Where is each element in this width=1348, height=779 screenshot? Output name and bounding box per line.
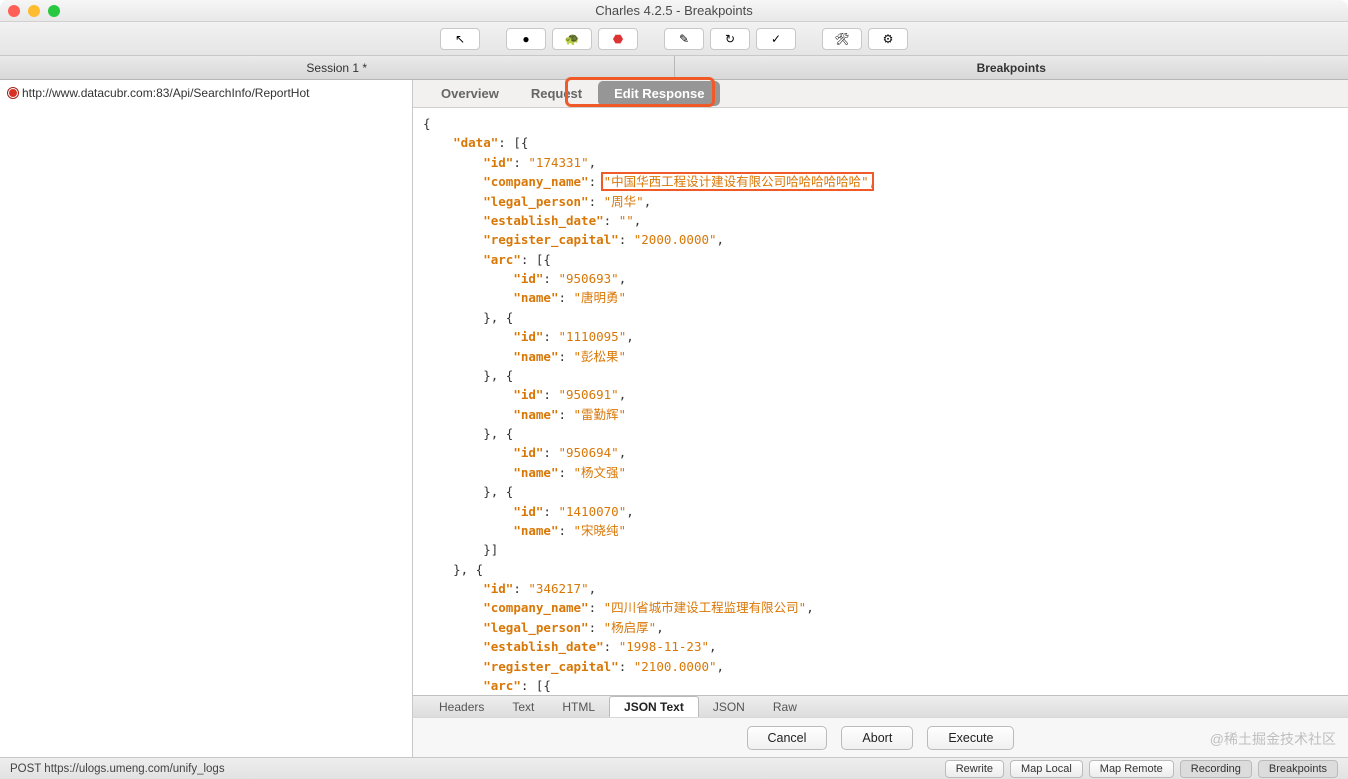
sb-map-local[interactable]: Map Local xyxy=(1010,760,1083,778)
status-bar: POST https://ulogs.umeng.com/unify_logs … xyxy=(0,757,1348,779)
btab-text[interactable]: Text xyxy=(498,697,548,717)
tab-session[interactable]: Session 1 * xyxy=(0,56,675,79)
tab-breakpoints[interactable]: Breakpoints xyxy=(675,56,1348,79)
sb-rewrite[interactable]: Rewrite xyxy=(945,760,1004,778)
toolbar-throttle-icon[interactable]: 🐢 xyxy=(552,28,592,50)
subtab-request[interactable]: Request xyxy=(515,81,598,106)
btab-html[interactable]: HTML xyxy=(548,697,609,717)
sb-map-remote[interactable]: Map Remote xyxy=(1089,760,1174,778)
window-title: Charles 4.2.5 - Breakpoints xyxy=(0,3,1348,18)
main-tabs: Session 1 * Breakpoints xyxy=(0,56,1348,80)
toolbar-edit-icon[interactable]: ✎ xyxy=(664,28,704,50)
request-list[interactable]: http://www.datacubr.com:83/Api/SearchInf… xyxy=(0,80,413,757)
btab-json-text[interactable]: JSON Text xyxy=(609,696,699,717)
abort-button[interactable]: Abort xyxy=(841,726,913,750)
btab-headers[interactable]: Headers xyxy=(425,697,498,717)
subtab-edit-response[interactable]: Edit Response xyxy=(598,81,720,106)
subtab-overview[interactable]: Overview xyxy=(425,81,515,106)
request-url: http://www.datacubr.com:83/Api/SearchInf… xyxy=(22,86,309,100)
toolbar-cursor-icon[interactable]: ↖ xyxy=(440,28,480,50)
right-pane: Overview Request Edit Response { "data":… xyxy=(413,80,1348,757)
btab-json[interactable]: JSON xyxy=(699,697,759,717)
execute-button[interactable]: Execute xyxy=(927,726,1014,750)
bottom-tabs: Headers Text HTML JSON Text JSON Raw xyxy=(413,695,1348,717)
status-left: POST https://ulogs.umeng.com/unify_logs xyxy=(10,763,225,775)
toolbar-tools-icon[interactable]: 🛠 xyxy=(822,28,862,50)
sb-recording[interactable]: Recording xyxy=(1180,760,1252,778)
toolbar-check-icon[interactable]: ✓ xyxy=(756,28,796,50)
action-buttons: Cancel Abort Execute xyxy=(413,717,1348,757)
tab-session-label: Session 1 * xyxy=(306,61,367,75)
cancel-button[interactable]: Cancel xyxy=(747,726,828,750)
toolbar-refresh-icon[interactable]: ↻ xyxy=(710,28,750,50)
json-editor[interactable]: { "data": [{ "id": "174331", "company_na… xyxy=(413,108,1348,695)
sb-breakpoints[interactable]: Breakpoints xyxy=(1258,760,1338,778)
tab-breakpoints-label: Breakpoints xyxy=(977,61,1046,75)
status-right: Rewrite Map Local Map Remote Recording B… xyxy=(945,760,1338,778)
btab-raw[interactable]: Raw xyxy=(759,697,811,717)
request-item[interactable]: http://www.datacubr.com:83/Api/SearchInf… xyxy=(0,84,412,102)
toolbar-record-icon[interactable]: ● xyxy=(506,28,546,50)
subtabs: Overview Request Edit Response xyxy=(413,80,1348,108)
titlebar: Charles 4.2.5 - Breakpoints xyxy=(0,0,1348,22)
toolbar-settings-icon[interactable]: ⚙ xyxy=(868,28,908,50)
toolbar-stop-icon[interactable]: ⬣ xyxy=(598,28,638,50)
breakpoint-dot-icon xyxy=(8,88,18,98)
toolbar: ↖ ● 🐢 ⬣ ✎ ↻ ✓ 🛠 ⚙ xyxy=(0,22,1348,56)
